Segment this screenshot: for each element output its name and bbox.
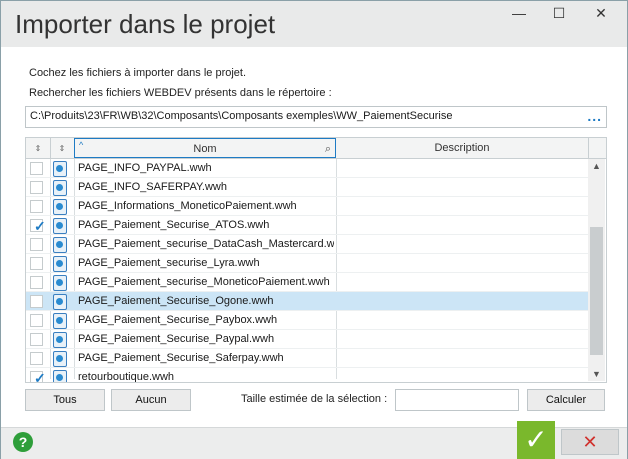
column-header-description[interactable]: Description xyxy=(336,138,589,158)
webdev-page-file-icon xyxy=(53,332,67,348)
webdev-page-file-icon xyxy=(53,256,67,272)
webdev-page-file-icon xyxy=(53,218,67,234)
scroll-thumb[interactable] xyxy=(590,227,603,355)
minimize-button[interactable]: — xyxy=(503,1,535,25)
row-checkbox[interactable] xyxy=(30,238,43,251)
file-description xyxy=(340,292,584,310)
vertical-scrollbar[interactable]: ▲ ▼ xyxy=(588,159,605,381)
row-checkbox[interactable] xyxy=(30,295,43,308)
file-description xyxy=(340,235,584,253)
file-description xyxy=(340,273,584,291)
maximize-button[interactable]: ☐ xyxy=(543,1,575,25)
table-row[interactable]: PAGE_Paiement_Securise_Saferpay.wwh xyxy=(26,349,588,368)
table-row[interactable]: PAGE_Informations_MoneticoPaiement.wwh xyxy=(26,197,588,216)
table-row[interactable]: ✓ retourboutique.wwh xyxy=(26,368,588,383)
close-button[interactable]: ✕ xyxy=(585,1,617,25)
file-name: retourboutique.wwh xyxy=(78,371,175,383)
table-row[interactable]: PAGE_Paiement_securise_Lyra.wwh xyxy=(26,254,588,273)
row-checkbox[interactable] xyxy=(30,200,43,213)
row-checkbox[interactable] xyxy=(30,352,43,365)
row-checkbox[interactable]: ✓ xyxy=(30,218,46,234)
row-checkbox[interactable]: ✓ xyxy=(30,370,46,383)
webdev-page-file-icon xyxy=(53,180,67,196)
row-checkbox[interactable] xyxy=(30,181,43,194)
table-row[interactable]: PAGE_Paiement_securise_MoneticoPaiement.… xyxy=(26,273,588,292)
file-name: PAGE_Paiement_securise_Lyra.wwh xyxy=(78,257,260,269)
table-row[interactable]: PAGE_Paiement_Securise_Paypal.wwh xyxy=(26,330,588,349)
column-header-nom[interactable]: ^ Nom ⌕ xyxy=(74,138,336,158)
checkmark-icon: ✓ xyxy=(34,370,46,383)
files-table: ⇕ ⇕ ^ Nom ⌕ Description PAGE_INFO_PAYPAL… xyxy=(25,137,607,383)
file-name: PAGE_Paiement_Securise_Paybox.wwh xyxy=(78,314,278,326)
file-description xyxy=(340,197,584,215)
row-checkbox[interactable] xyxy=(30,257,43,270)
file-name: PAGE_Informations_MoneticoPaiement.wwh xyxy=(78,200,297,212)
dialog-title: Importer dans le projet xyxy=(15,9,276,39)
webdev-page-file-icon xyxy=(53,370,67,382)
file-name: PAGE_INFO_PAYPAL.wwh xyxy=(78,162,212,174)
table-row[interactable]: PAGE_INFO_SAFERPAY.wwh xyxy=(26,178,588,197)
file-name: PAGE_Paiement_securise_MoneticoPaiement.… xyxy=(78,276,330,288)
browse-button[interactable]: ... xyxy=(587,108,602,124)
row-checkbox[interactable] xyxy=(30,333,43,346)
file-name: PAGE_Paiement_Securise_Saferpay.wwh xyxy=(78,352,284,364)
cancel-button[interactable]: ✕ xyxy=(561,429,619,455)
webdev-page-file-icon xyxy=(53,237,67,253)
calculate-button[interactable]: Calculer xyxy=(527,389,605,411)
scroll-down-icon[interactable]: ▼ xyxy=(591,369,602,379)
webdev-page-file-icon xyxy=(53,275,67,291)
table-row[interactable]: PAGE_Paiement_securise_DataCash_Masterca… xyxy=(26,235,588,254)
webdev-page-file-icon xyxy=(53,351,67,367)
webdev-page-file-icon xyxy=(53,313,67,329)
file-description xyxy=(340,216,584,234)
column-label-nom: Nom xyxy=(193,143,217,155)
table-header: ⇕ ⇕ ^ Nom ⌕ Description xyxy=(26,138,606,159)
file-description xyxy=(340,349,584,367)
row-checkbox[interactable] xyxy=(30,314,43,327)
table-rows: PAGE_INFO_PAYPAL.wwh PAGE_INFO_SAFERPAY.w… xyxy=(26,159,588,383)
directory-path-field[interactable]: C:\Produits\23\FR\WB\32\Composants\Compo… xyxy=(25,106,607,128)
file-description xyxy=(340,368,584,382)
table-row[interactable]: ✓ PAGE_Paiement_Securise_ATOS.wwh xyxy=(26,216,588,235)
file-name: PAGE_Paiement_Securise_ATOS.wwh xyxy=(78,219,270,231)
title-bar: Importer dans le projet — ☐ ✕ xyxy=(1,1,627,47)
help-icon[interactable]: ? xyxy=(13,432,33,452)
webdev-page-file-icon xyxy=(53,294,67,310)
row-checkbox[interactable] xyxy=(30,162,43,175)
file-description xyxy=(340,254,584,272)
sort-icon: ⇕ xyxy=(58,144,66,153)
ok-button[interactable]: ✓ xyxy=(517,421,555,459)
table-row[interactable]: PAGE_Paiement_Securise_Ogone.wwh xyxy=(26,292,588,311)
checkmark-icon: ✓ xyxy=(34,218,46,234)
search-directory-label: Rechercher les fichiers WEBDEV présents … xyxy=(29,87,332,99)
scroll-up-icon[interactable]: ▲ xyxy=(591,161,602,171)
sort-icon: ⇕ xyxy=(34,144,42,153)
webdev-page-file-icon xyxy=(53,199,67,215)
file-name: PAGE_Paiement_Securise_Paypal.wwh xyxy=(78,333,275,345)
file-description xyxy=(340,159,584,177)
table-row[interactable]: PAGE_INFO_PAYPAL.wwh xyxy=(26,159,588,178)
table-row[interactable]: PAGE_Paiement_Securise_Paybox.wwh xyxy=(26,311,588,330)
icon-column-header[interactable]: ⇕ xyxy=(50,138,75,158)
directory-path-value: C:\Produits\23\FR\WB\32\Composants\Compo… xyxy=(30,110,453,122)
file-description xyxy=(340,311,584,329)
file-description xyxy=(340,178,584,196)
import-dialog: Importer dans le projet — ☐ ✕ Cochez les… xyxy=(0,0,628,459)
instruction-text: Cochez les fichiers à importer dans le p… xyxy=(29,67,247,79)
column-label-description: Description xyxy=(434,142,490,154)
check-column-header[interactable]: ⇕ xyxy=(26,138,51,158)
search-icon[interactable]: ⌕ xyxy=(325,139,331,159)
file-name: PAGE_Paiement_Securise_Ogone.wwh xyxy=(78,295,274,307)
estimated-size-field[interactable] xyxy=(395,389,519,411)
estimated-size-label: Taille estimée de la sélection : xyxy=(241,393,388,405)
webdev-page-file-icon xyxy=(53,161,67,177)
file-name: PAGE_Paiement_securise_DataCash_Masterca… xyxy=(78,238,334,250)
select-all-button[interactable]: Tous xyxy=(25,389,105,411)
sort-ascending-icon: ^ xyxy=(79,140,84,150)
file-name: PAGE_INFO_SAFERPAY.wwh xyxy=(78,181,227,193)
select-none-button[interactable]: Aucun xyxy=(111,389,191,411)
row-checkbox[interactable] xyxy=(30,276,43,289)
file-description xyxy=(340,330,584,348)
